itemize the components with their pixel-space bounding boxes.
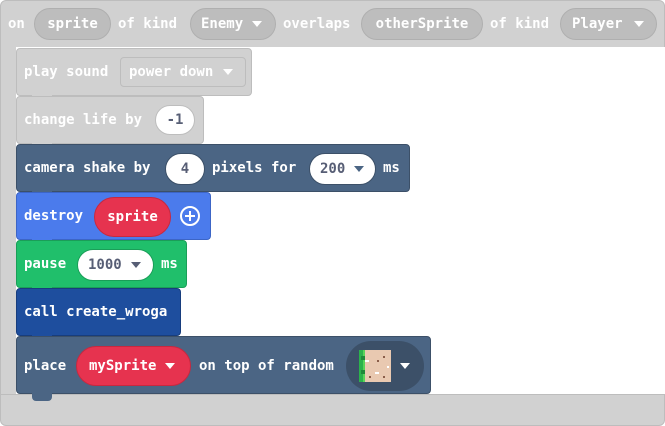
destroy-block[interactable]: destroy sprite [16, 192, 211, 240]
place-random-block[interactable]: place mySprite on top of random [16, 336, 431, 394]
camera-shake-block[interactable]: camera shake by 4 pixels for 200 ms [16, 144, 410, 192]
camera-shake-unit-label: ms [383, 160, 400, 176]
hat-on-label: on [8, 16, 25, 32]
camera-shake-label: camera shake by [24, 160, 151, 176]
tile-image-icon [359, 350, 391, 382]
pause-label: pause [24, 256, 67, 272]
play-sound-block[interactable]: play sound power down [16, 48, 252, 96]
place-mid-label: on top of random [199, 358, 334, 374]
change-life-label: change life by [24, 112, 143, 128]
shake-amount-input[interactable]: 4 [165, 153, 205, 185]
destroy-target-chip[interactable]: sprite [94, 197, 171, 237]
plus-circle-icon[interactable] [180, 206, 200, 226]
sprite-variable-chip[interactable]: sprite [34, 8, 111, 40]
kind-dropdown-2-label: Player [572, 16, 623, 32]
caret-down-icon [354, 166, 365, 172]
caret-down-icon [400, 363, 410, 369]
pause-duration-dropdown[interactable]: 1000 [77, 249, 154, 281]
camera-shake-mid-label: pixels for [212, 160, 297, 176]
place-target-dropdown[interactable]: mySprite [76, 346, 191, 386]
tile-picker-dropdown[interactable] [346, 341, 424, 391]
pause-unit-label: ms [161, 256, 178, 272]
shake-amount-value: 4 [180, 161, 190, 177]
pause-duration-value: 1000 [88, 257, 122, 273]
life-amount-value: -1 [166, 112, 184, 128]
destroy-label: destroy [24, 208, 84, 224]
shake-duration-dropdown[interactable]: 200 [309, 153, 376, 185]
change-life-block[interactable]: change life by -1 [16, 96, 204, 144]
place-label: place [24, 358, 67, 374]
hat-of-kind-label-1: of kind [118, 16, 178, 32]
kind-dropdown-1-label: Enemy [201, 16, 244, 32]
other-sprite-variable-chip[interactable]: otherSprite [361, 8, 483, 40]
pause-block[interactable]: pause 1000 ms [16, 240, 187, 288]
call-function-block[interactable]: call create_wroga [16, 288, 181, 336]
play-sound-label: play sound [24, 64, 109, 80]
caret-down-icon [252, 21, 263, 27]
other-sprite-variable-label: otherSprite [375, 16, 469, 32]
caret-down-icon [223, 69, 234, 75]
shake-duration-value: 200 [320, 161, 346, 177]
caret-down-icon [130, 262, 141, 268]
destroy-target-label: sprite [107, 209, 158, 225]
sound-dropdown-label: power down [129, 64, 214, 80]
sprite-variable-label: sprite [47, 16, 98, 32]
sound-dropdown[interactable]: power down [120, 57, 246, 87]
place-target-label: mySprite [89, 358, 157, 374]
life-amount-input[interactable]: -1 [155, 105, 195, 135]
hat-overlaps-label: overlaps [283, 16, 351, 32]
caret-down-icon [633, 21, 644, 27]
call-function-label: call create_wroga [24, 304, 168, 320]
hat-of-kind-label-2: of kind [490, 16, 550, 32]
kind-dropdown-1[interactable]: Enemy [190, 8, 276, 40]
caret-down-icon [165, 363, 176, 369]
kind-dropdown-2[interactable]: Player [560, 8, 657, 40]
